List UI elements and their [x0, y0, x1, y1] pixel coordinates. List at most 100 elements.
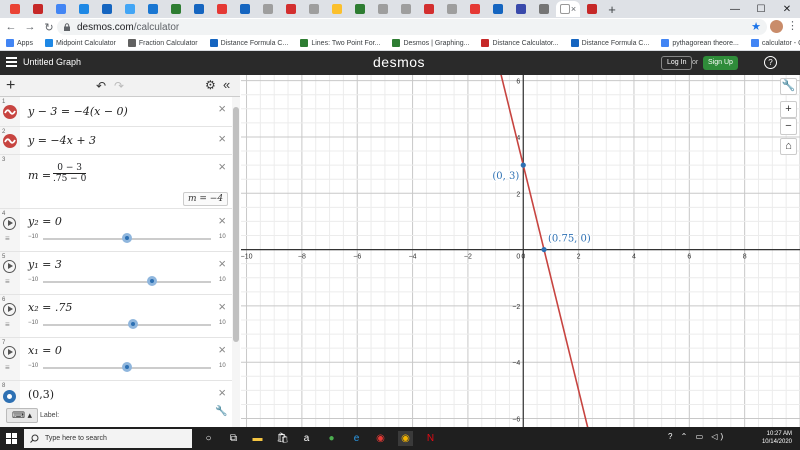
close-window-button[interactable]: ✕ [774, 0, 800, 18]
browser-tab[interactable] [349, 1, 371, 17]
delete-expression-icon[interactable]: × [218, 256, 226, 271]
login-button[interactable]: Log In [661, 56, 693, 70]
slider-knob[interactable] [122, 233, 132, 243]
signup-button[interactable]: Sign Up [703, 56, 738, 70]
settings-gear-icon[interactable]: ⚙ [205, 78, 216, 92]
bookmark-star-icon[interactable]: ★ [751, 20, 761, 33]
clock[interactable]: 10:27 AM 10/14/2020 [762, 430, 792, 446]
slider-track[interactable] [43, 281, 211, 283]
line-color-icon[interactable] [3, 134, 17, 148]
browser-tab[interactable] [4, 1, 26, 17]
address-bar[interactable]: desmos.com/calculator ★ [57, 19, 767, 35]
slider-knob[interactable] [122, 362, 132, 372]
bookmark-item[interactable]: Apps [6, 39, 33, 47]
slider-max[interactable]: 10 [219, 320, 226, 326]
slider-track[interactable] [43, 324, 211, 326]
delete-expression-icon[interactable]: × [218, 385, 226, 400]
netflix-icon[interactable]: N [423, 431, 438, 446]
browser-tab[interactable] [73, 1, 95, 17]
bookmark-item[interactable]: Midpoint Calculator [44, 39, 116, 47]
reload-icon[interactable]: ↻ [41, 21, 57, 34]
back-icon[interactable]: ← [3, 21, 19, 33]
slider-min[interactable]: −10 [28, 277, 38, 283]
expression-text[interactable]: x₂ = .75 [28, 301, 72, 314]
play-icon[interactable] [3, 260, 16, 273]
slider-settings-icon[interactable]: ≡ [5, 234, 10, 243]
browser-tab[interactable] [119, 1, 141, 17]
profile-avatar[interactable] [770, 20, 783, 33]
keyboard-toggle-button[interactable]: ⌨ ▴ [6, 408, 38, 423]
slider-row[interactable]: 7 ≡ x₁ = 0 −10 10 × [0, 338, 232, 381]
browser-tab[interactable] [326, 1, 348, 17]
collapse-panel-icon[interactable]: « [223, 77, 230, 92]
expression-text[interactable]: x₁ = 0 [28, 344, 62, 357]
play-icon[interactable] [3, 303, 16, 316]
browser-tab[interactable] [441, 1, 463, 17]
bookmark-item[interactable]: Fraction Calculator [127, 39, 198, 47]
browser-tab[interactable] [211, 1, 233, 17]
spotify-icon[interactable]: ● [324, 431, 339, 446]
file-explorer-icon[interactable]: ▬ [250, 431, 265, 446]
slider-row[interactable]: 6 ≡ x₂ = .75 −10 10 × [0, 295, 232, 338]
tab-close-icon[interactable]: × [571, 4, 576, 14]
browser-tab[interactable] [165, 1, 187, 17]
hamburger-menu-icon[interactable] [6, 57, 17, 69]
browser-tab[interactable] [280, 1, 302, 17]
point-color-icon[interactable] [3, 390, 16, 403]
expression-text[interactable]: y₂ = 0 [28, 215, 62, 228]
data-point[interactable] [541, 246, 547, 253]
slider-row[interactable]: 5 ≡ y₁ = 3 −10 10 × [0, 252, 232, 295]
slider-max[interactable]: 10 [219, 277, 226, 283]
chrome-active-icon[interactable]: ◉ [398, 431, 413, 446]
bookmark-item[interactable]: Distance Calculator... [481, 39, 559, 47]
windows-start-icon[interactable] [6, 433, 17, 444]
new-tab-button[interactable]: + [604, 1, 620, 17]
browser-tab[interactable] [96, 1, 118, 17]
slider-knob[interactable] [147, 276, 158, 286]
zoom-out-button[interactable]: − [780, 118, 797, 135]
edge-icon[interactable]: e [349, 431, 364, 446]
play-icon[interactable] [3, 346, 16, 359]
graph-canvas[interactable]: −10 −8 −6 −4 −2 0 2 4 6 8 0 −6 −4 −2 2 4 6 (0, 3) (0.75, 0… [241, 75, 800, 427]
play-icon[interactable] [3, 217, 16, 230]
delete-expression-icon[interactable]: × [218, 131, 226, 146]
slider-min[interactable]: −10 [28, 363, 38, 369]
delete-expression-icon[interactable]: × [218, 101, 226, 116]
browser-tab[interactable] [372, 1, 394, 17]
browser-tab[interactable] [303, 1, 325, 17]
line-color-icon[interactable] [3, 105, 17, 119]
zoom-in-button[interactable]: + [780, 101, 797, 118]
minimize-button[interactable]: — [722, 0, 748, 18]
delete-expression-icon[interactable]: × [218, 159, 226, 174]
forward-icon[interactable]: → [22, 21, 38, 33]
browser-tab[interactable] [257, 1, 279, 17]
label-field[interactable]: Label: [40, 412, 59, 419]
taskbar-search-box[interactable]: Type here to search [24, 429, 192, 448]
expression-row[interactable]: 2 y = −4x + 3 × [0, 127, 232, 155]
store-icon[interactable]: 🛍 [275, 431, 290, 446]
add-item-button[interactable]: + [6, 77, 15, 95]
bookmark-item[interactable]: Lines: Two Point For... [300, 39, 380, 47]
slider-max[interactable]: 10 [219, 234, 226, 240]
bookmark-item[interactable]: calculator - Google... [750, 39, 800, 47]
expression-text[interactable]: y₁ = 3 [28, 258, 62, 271]
browser-tab-active[interactable]: × [556, 1, 580, 17]
expression-text[interactable]: (0,3) [28, 388, 54, 401]
cortana-icon[interactable]: ○ [201, 431, 216, 446]
slider-settings-icon[interactable]: ≡ [5, 320, 10, 329]
menu-dots-icon[interactable]: ⋮ [787, 19, 798, 32]
browser-tab[interactable] [510, 1, 532, 17]
delete-expression-icon[interactable]: × [218, 299, 226, 314]
wrench-icon[interactable]: 🔧 [215, 406, 227, 417]
chrome-icon[interactable]: ◉ [373, 431, 388, 446]
expression-text[interactable]: y − 3 = −4(x − 0) [28, 105, 128, 118]
browser-tab[interactable] [581, 1, 603, 17]
browser-tab[interactable] [50, 1, 72, 17]
amazon-icon[interactable]: a [299, 431, 314, 446]
graph-settings-wrench-icon[interactable]: 🔧 [780, 78, 797, 95]
expression-row[interactable]: 1 y − 3 = −4(x − 0) × [0, 97, 232, 127]
bookmark-item[interactable]: Distance Formula C... [209, 39, 288, 47]
scrollbar-thumb[interactable] [233, 107, 239, 342]
slider-row[interactable]: 4 ≡ y₂ = 0 −10 10 × [0, 209, 232, 252]
expression-text[interactable]: y = −4x + 3 [28, 134, 96, 147]
